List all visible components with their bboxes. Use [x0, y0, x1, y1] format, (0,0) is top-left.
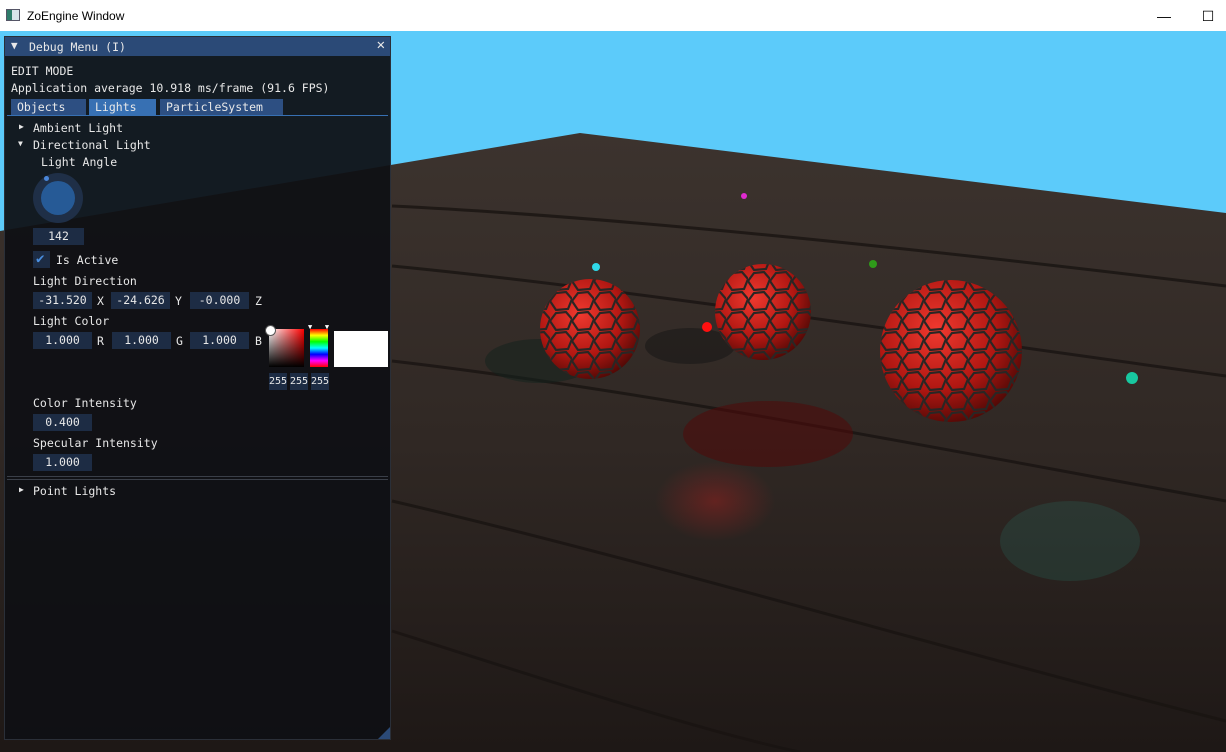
debug-menu-header[interactable]: ▼ Debug Menu (I) ✕ [5, 37, 390, 56]
point-light-green [869, 260, 877, 268]
direction-z-input[interactable]: -0.000 [190, 292, 249, 309]
specular-intensity-label: Specular Intensity [33, 436, 158, 450]
point-light-cyan [592, 263, 600, 271]
color-byte-b-input[interactable]: 255 [311, 373, 329, 390]
color-preview-swatch[interactable] [334, 331, 388, 367]
debug-menu-title: Debug Menu (I) [29, 40, 126, 54]
debug-menu-panel: ▼ Debug Menu (I) ✕ EDIT MODE Application… [4, 36, 391, 740]
tab-underline [7, 115, 388, 116]
color-intensity-label: Color Intensity [33, 396, 137, 410]
light-angle-label: Light Angle [41, 155, 118, 169]
channel-r-label: R [97, 334, 104, 348]
expand-arrow-icon[interactable]: ▶ [19, 122, 24, 131]
minimize-button[interactable]: — [1142, 4, 1186, 28]
knob-center [41, 181, 75, 215]
point-light-magenta [741, 193, 747, 199]
window-title: ZoEngine Window [27, 9, 125, 23]
axis-x-label: X [97, 294, 104, 308]
tab-particlesystem[interactable]: ParticleSystem [160, 99, 283, 115]
app-icon [6, 9, 20, 21]
sphere-middle [715, 264, 811, 360]
light-direction-label: Light Direction [33, 274, 137, 288]
specular-intensity-input[interactable]: 1.000 [33, 454, 92, 471]
check-icon: ✔ [36, 251, 45, 267]
color-picker-handle[interactable] [265, 325, 276, 336]
section-ambient-light[interactable]: Ambient Light [33, 121, 123, 135]
color-saturation-value-picker[interactable] [269, 329, 304, 367]
hue-slider[interactable] [310, 329, 328, 367]
color-r-input[interactable]: 1.000 [33, 332, 92, 349]
section-point-lights[interactable]: Point Lights [33, 484, 116, 498]
window-titlebar: ZoEngine Window — ☐ [0, 0, 1226, 31]
direction-y-input[interactable]: -24.626 [111, 292, 170, 309]
expand-arrow-icon[interactable]: ▶ [19, 485, 24, 494]
section-directional-light[interactable]: Directional Light [33, 138, 151, 152]
color-intensity-input[interactable]: 0.400 [33, 414, 92, 431]
light-angle-knob[interactable] [33, 173, 83, 223]
light-angle-input[interactable]: 142 [33, 228, 84, 245]
color-byte-g-input[interactable]: 255 [290, 373, 308, 390]
channel-g-label: G [176, 334, 183, 348]
tab-objects[interactable]: Objects [11, 99, 86, 115]
direction-x-input[interactable]: -31.520 [33, 292, 92, 309]
perf-readout: Application average 10.918 ms/frame (91.… [11, 81, 330, 95]
close-icon[interactable]: ✕ [377, 37, 385, 53]
separator [7, 479, 388, 480]
collapse-arrow-icon[interactable]: ▼ [11, 39, 18, 52]
is-active-label: Is Active [56, 253, 119, 267]
axis-y-label: Y [175, 294, 182, 308]
maximize-button[interactable]: ☐ [1186, 4, 1226, 28]
sphere-right [880, 280, 1022, 422]
collapse-arrow-icon[interactable]: ▼ [18, 139, 23, 148]
sphere-left [540, 279, 640, 379]
channel-b-label: B [255, 334, 262, 348]
is-active-checkbox[interactable]: ✔ [33, 251, 50, 268]
separator [7, 476, 388, 477]
mode-label: EDIT MODE [11, 64, 74, 78]
point-light-red [702, 322, 712, 332]
resize-grip-icon[interactable] [378, 727, 390, 739]
color-b-input[interactable]: 1.000 [190, 332, 249, 349]
color-g-input[interactable]: 1.000 [112, 332, 171, 349]
knob-indicator [44, 176, 49, 181]
color-byte-r-input[interactable]: 255 [269, 373, 287, 390]
axis-z-label: Z [255, 294, 262, 308]
light-color-label: Light Color [33, 314, 110, 328]
point-light-teal [1126, 372, 1138, 384]
tab-lights[interactable]: Lights [89, 99, 156, 115]
